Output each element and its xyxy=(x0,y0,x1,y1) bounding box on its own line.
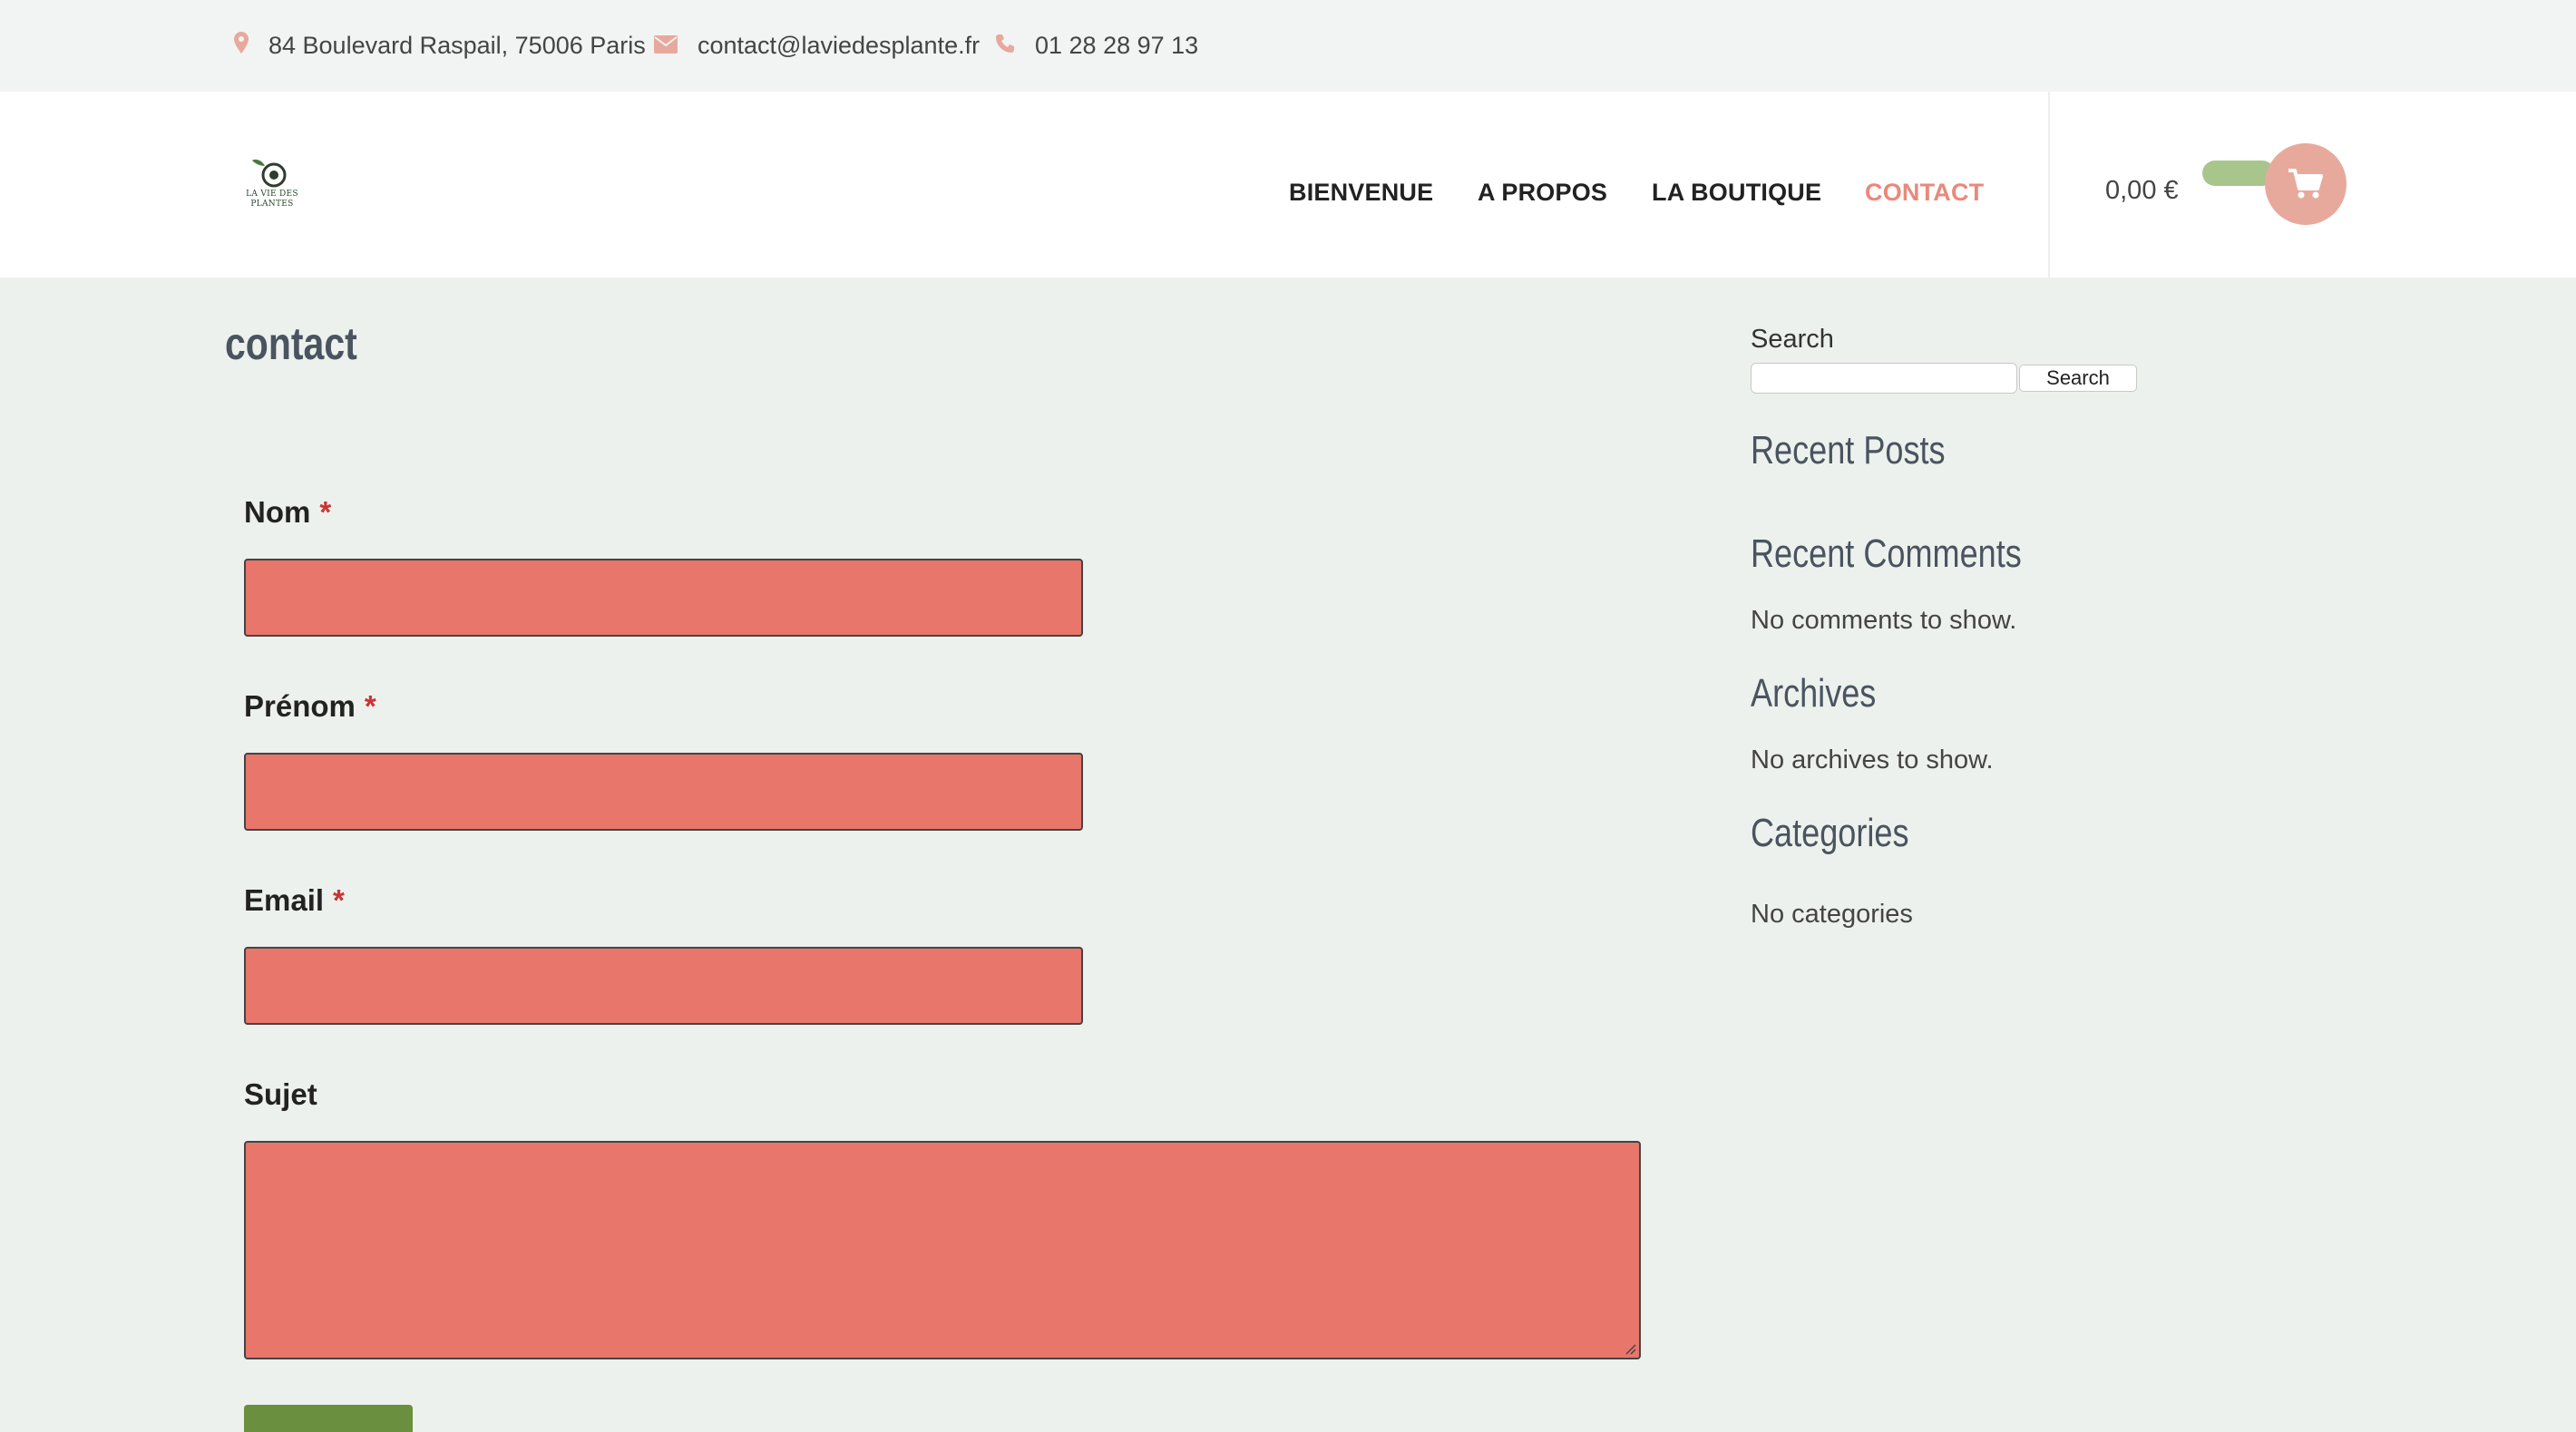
address-item: 84 Boulevard Raspail, 75006 Paris xyxy=(234,25,646,65)
nav-contact[interactable]: CONTACT xyxy=(1865,179,1984,215)
phone-item[interactable]: 01 28 28 97 13 xyxy=(995,25,1198,65)
resize-grip-icon[interactable] xyxy=(1624,1342,1636,1355)
recent-posts-heading: Recent Posts xyxy=(1751,428,1946,472)
nav-a-propos[interactable]: A PROPOS xyxy=(1478,179,1607,215)
email-label: Email * xyxy=(244,883,345,917)
no-archives-text: No archives to show. xyxy=(1751,745,1994,774)
search-button[interactable]: Search xyxy=(2019,365,2137,392)
no-comments-text: No comments to show. xyxy=(1751,606,2017,635)
phone-icon xyxy=(995,32,1015,60)
site-logo[interactable]: LA VIE DES PLANTES xyxy=(238,155,307,215)
sujet-label: Sujet xyxy=(244,1077,317,1111)
site-header: LA VIE DES PLANTES BIENVENUE A PROPOS LA… xyxy=(0,92,2576,278)
map-pin-icon xyxy=(234,31,249,60)
no-categories-text: No categories xyxy=(1751,900,1913,929)
email-item[interactable]: contact@laviedesplante.fr xyxy=(654,25,980,65)
envelope-icon xyxy=(654,32,678,60)
required-marker: * xyxy=(319,495,332,529)
required-marker: * xyxy=(364,689,376,723)
cart-total[interactable]: 0,00 € xyxy=(2105,176,2179,206)
required-marker: * xyxy=(333,883,345,917)
email-input[interactable] xyxy=(244,947,1083,1025)
nom-input[interactable] xyxy=(244,559,1083,637)
cart-button[interactable] xyxy=(2265,143,2347,225)
prenom-label: Prénom * xyxy=(244,689,376,723)
recent-comments-heading: Recent Comments xyxy=(1751,531,2022,576)
page-title: contact xyxy=(225,318,357,369)
categories-heading: Categories xyxy=(1751,811,1909,855)
search-label: Search xyxy=(1751,325,1834,354)
email-link[interactable]: contact@laviedesplante.fr xyxy=(698,32,980,60)
archives-heading: Archives xyxy=(1751,671,1877,716)
leaf-logo-icon xyxy=(252,159,287,188)
search-input[interactable] xyxy=(1751,363,2017,394)
submit-button[interactable] xyxy=(244,1405,413,1432)
nom-label: Nom * xyxy=(244,495,332,529)
top-info-bar: 84 Boulevard Raspail, 75006 Paris contac… xyxy=(0,0,2576,92)
prenom-input[interactable] xyxy=(244,753,1083,831)
shopping-cart-icon xyxy=(2288,169,2323,199)
nav-la-boutique[interactable]: LA BOUTIQUE xyxy=(1652,179,1821,215)
header-divider xyxy=(2048,92,2050,278)
cart-toggle[interactable] xyxy=(2202,161,2275,186)
nav-bienvenue[interactable]: BIENVENUE xyxy=(1289,179,1433,215)
address-text: 84 Boulevard Raspail, 75006 Paris xyxy=(268,31,646,59)
sujet-textarea[interactable] xyxy=(244,1141,1641,1359)
phone-text[interactable]: 01 28 28 97 13 xyxy=(1035,32,1198,60)
logo-text: LA VIE DES PLANTES xyxy=(246,190,298,209)
